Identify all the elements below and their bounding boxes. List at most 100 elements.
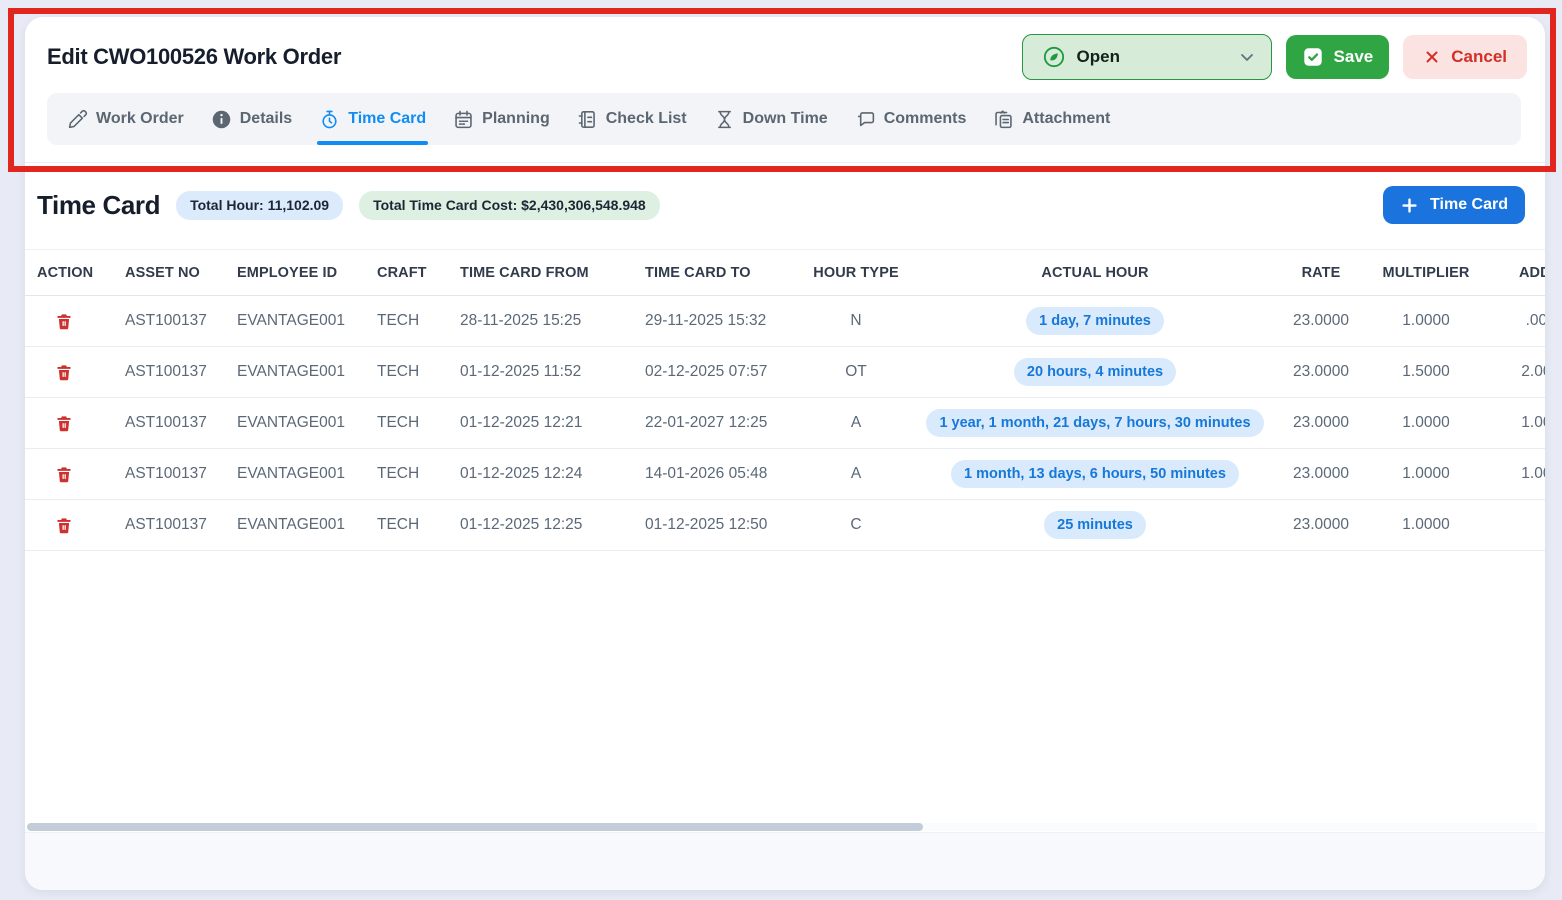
- cell-rate: 23.0000: [1290, 500, 1352, 551]
- cancel-button[interactable]: Cancel: [1403, 35, 1527, 79]
- actual-hour-pill: 1 day, 7 minutes: [1026, 307, 1164, 335]
- table-row: AST100137EVANTAGE001TECH01-12-2025 11:52…: [25, 347, 1545, 398]
- tab-time-card[interactable]: Time Card: [319, 93, 426, 145]
- action-cell: [25, 347, 125, 398]
- cell-asset-no: AST100137: [125, 500, 237, 551]
- cell-adder: 1.0000: [1500, 398, 1545, 449]
- add-time-card-button[interactable]: Time Card: [1383, 186, 1525, 224]
- horizontal-scrollbar-track: [27, 823, 1537, 831]
- hourglass-icon: [714, 109, 735, 130]
- status-value: Open: [1077, 47, 1225, 67]
- delete-row-button[interactable]: [53, 310, 75, 333]
- table-header-row: ACTIONASSET NOEMPLOYEE IDCRAFTTIME CARD …: [25, 250, 1545, 296]
- cell-adder: .0000: [1500, 296, 1545, 347]
- cell-employee-id: EVANTAGE001: [237, 398, 377, 449]
- tab-label: Attachment: [1022, 110, 1110, 128]
- section-title: Time Card: [37, 190, 160, 221]
- signature-icon: [67, 109, 88, 130]
- total-hour-badge: Total Hour: 11,102.09: [176, 191, 343, 220]
- action-cell: [25, 500, 125, 551]
- check-square-icon: [1302, 46, 1324, 68]
- cell-employee-id: EVANTAGE001: [237, 296, 377, 347]
- cell-craft: TECH: [377, 449, 460, 500]
- tab-comments[interactable]: Comments: [855, 93, 967, 145]
- cell-hour-type: OT: [812, 347, 900, 398]
- cell-multiplier: 1.5000: [1352, 347, 1500, 398]
- cell-craft: TECH: [377, 347, 460, 398]
- cell-adder: 1.0000: [1500, 449, 1545, 500]
- cell-multiplier: 1.0000: [1352, 296, 1500, 347]
- cell-hour-type: A: [812, 449, 900, 500]
- cell-actual-hour: 20 hours, 4 minutes: [900, 347, 1290, 398]
- header: Edit CWO100526 Work Order Open Save: [25, 17, 1545, 163]
- cell-multiplier: 1.0000: [1352, 500, 1500, 551]
- tab-check-list[interactable]: Check List: [577, 93, 687, 145]
- cell-craft: TECH: [377, 398, 460, 449]
- card-footer: [25, 832, 1545, 890]
- info-icon: [211, 109, 232, 130]
- cell-time-card-to: 02-12-2025 07:57: [645, 347, 812, 398]
- delete-row-button[interactable]: [53, 514, 75, 537]
- trash-icon: [55, 516, 73, 535]
- cell-employee-id: EVANTAGE001: [237, 347, 377, 398]
- cell-craft: TECH: [377, 296, 460, 347]
- tab-details[interactable]: Details: [211, 93, 292, 145]
- tab-work-order[interactable]: Work Order: [67, 93, 184, 145]
- action-cell: [25, 398, 125, 449]
- plus-icon: [1400, 196, 1419, 215]
- delete-row-button[interactable]: [53, 463, 75, 486]
- open-status-icon: [1043, 46, 1065, 68]
- column-header-time-card-to: TIME CARD TO: [645, 250, 812, 296]
- tab-label: Time Card: [348, 110, 426, 128]
- column-header-employee-id: EMPLOYEE ID: [237, 250, 377, 296]
- column-header-actual-hour: ACTUAL HOUR: [900, 250, 1290, 296]
- attachment-icon: [993, 109, 1014, 130]
- column-header-asset-no: ASSET NO: [125, 250, 237, 296]
- tab-label: Work Order: [96, 110, 184, 128]
- cell-hour-type: N: [812, 296, 900, 347]
- column-header-time-card-from: TIME CARD FROM: [460, 250, 645, 296]
- save-label: Save: [1334, 47, 1374, 67]
- tab-label: Down Time: [743, 110, 828, 128]
- tab-label: Details: [240, 110, 292, 128]
- trash-icon: [55, 465, 73, 484]
- trash-icon: [55, 414, 73, 433]
- column-header-adder: ADDER: [1500, 250, 1545, 296]
- cell-employee-id: EVANTAGE001: [237, 449, 377, 500]
- cancel-label: Cancel: [1451, 47, 1507, 67]
- total-cost-badge: Total Time Card Cost: $2,430,306,548.948: [359, 191, 660, 220]
- tab-label: Comments: [884, 110, 967, 128]
- column-header-hour-type: HOUR TYPE: [812, 250, 900, 296]
- cell-rate: 23.0000: [1290, 296, 1352, 347]
- tab-label: Planning: [482, 110, 550, 128]
- cell-time-card-to: 01-12-2025 12:50: [645, 500, 812, 551]
- add-time-card-label: Time Card: [1430, 196, 1508, 214]
- actual-hour-pill: 25 minutes: [1044, 511, 1146, 539]
- calendar-icon: [453, 109, 474, 130]
- delete-row-button[interactable]: [53, 412, 75, 435]
- delete-row-button[interactable]: [53, 361, 75, 384]
- cell-multiplier: 1.0000: [1352, 398, 1500, 449]
- cell-time-card-from: 28-11-2025 15:25: [460, 296, 645, 347]
- column-header-rate: RATE: [1290, 250, 1352, 296]
- work-order-edit-card: Edit CWO100526 Work Order Open Save: [25, 17, 1545, 890]
- horizontal-scrollbar-thumb[interactable]: [27, 823, 923, 831]
- tab-bar: Work Order Details Time Card Planning Check …: [47, 93, 1521, 145]
- cell-actual-hour: 1 day, 7 minutes: [900, 296, 1290, 347]
- tab-attachment[interactable]: Attachment: [993, 93, 1110, 145]
- tab-down-time[interactable]: Down Time: [714, 93, 828, 145]
- checklist-icon: [577, 109, 598, 130]
- status-dropdown[interactable]: Open: [1022, 34, 1272, 80]
- tab-planning[interactable]: Planning: [453, 93, 550, 145]
- save-button[interactable]: Save: [1286, 35, 1390, 79]
- comments-icon: [855, 109, 876, 130]
- trash-icon: [55, 312, 73, 331]
- cell-asset-no: AST100137: [125, 398, 237, 449]
- column-header-multiplier: MULTIPLIER: [1352, 250, 1500, 296]
- cell-actual-hour: 1 month, 13 days, 6 hours, 50 minutes: [900, 449, 1290, 500]
- action-cell: [25, 449, 125, 500]
- actual-hour-pill: 1 year, 1 month, 21 days, 7 hours, 30 mi…: [926, 409, 1263, 437]
- actual-hour-pill: 20 hours, 4 minutes: [1014, 358, 1176, 386]
- cell-asset-no: AST100137: [125, 347, 237, 398]
- cell-craft: TECH: [377, 500, 460, 551]
